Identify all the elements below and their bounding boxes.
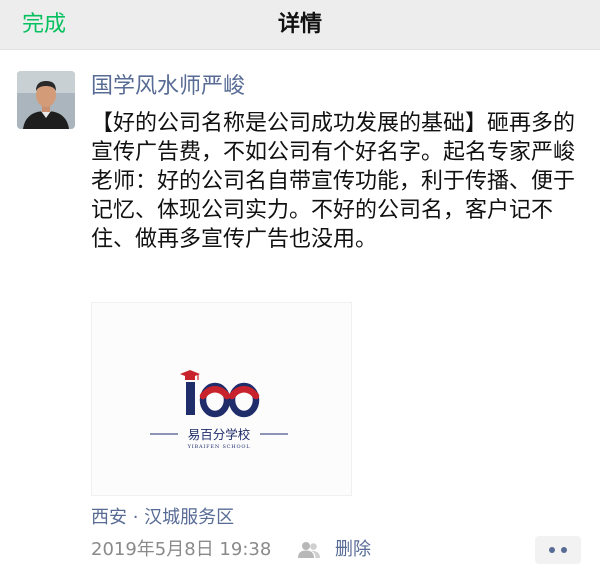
page-title: 详情 — [277, 12, 322, 37]
dot — [549, 547, 555, 553]
friends-icon[interactable] — [298, 541, 320, 559]
dot — [561, 547, 567, 553]
navigation-bar: 完成 详情 — [0, 0, 600, 50]
school-name-text: 易百分学校 — [188, 427, 251, 442]
delete-button[interactable]: 删除 — [335, 537, 371, 563]
logo-digit-one — [186, 382, 195, 415]
author-name[interactable]: 国学风水师严峻 — [91, 72, 245, 102]
graduation-cap-icon — [180, 370, 200, 380]
avatar[interactable] — [17, 71, 75, 129]
location-link[interactable]: 西安 · 汉城服务区 — [91, 505, 234, 531]
logo-red-arc — [199, 386, 260, 400]
post-timestamp: 2019年5月8日 19:38 — [91, 539, 272, 560]
school-logo-image: 易百分学校 YIBAIFEN SCHOOL — [150, 370, 288, 450]
school-name-en-text: YIBAIFEN SCHOOL — [187, 444, 251, 450]
post-text: 【好的公司名称是公司成功发展的基础】砸再多的宣传广告费，不如公司有个好名字。起名… — [91, 111, 576, 252]
more-dots-icon[interactable] — [535, 536, 581, 564]
post-image[interactable]: 易百分学校 YIBAIFEN SCHOOL — [91, 302, 352, 496]
done-button[interactable]: 完成 — [22, 10, 66, 40]
person-avatar-icon — [17, 71, 75, 129]
